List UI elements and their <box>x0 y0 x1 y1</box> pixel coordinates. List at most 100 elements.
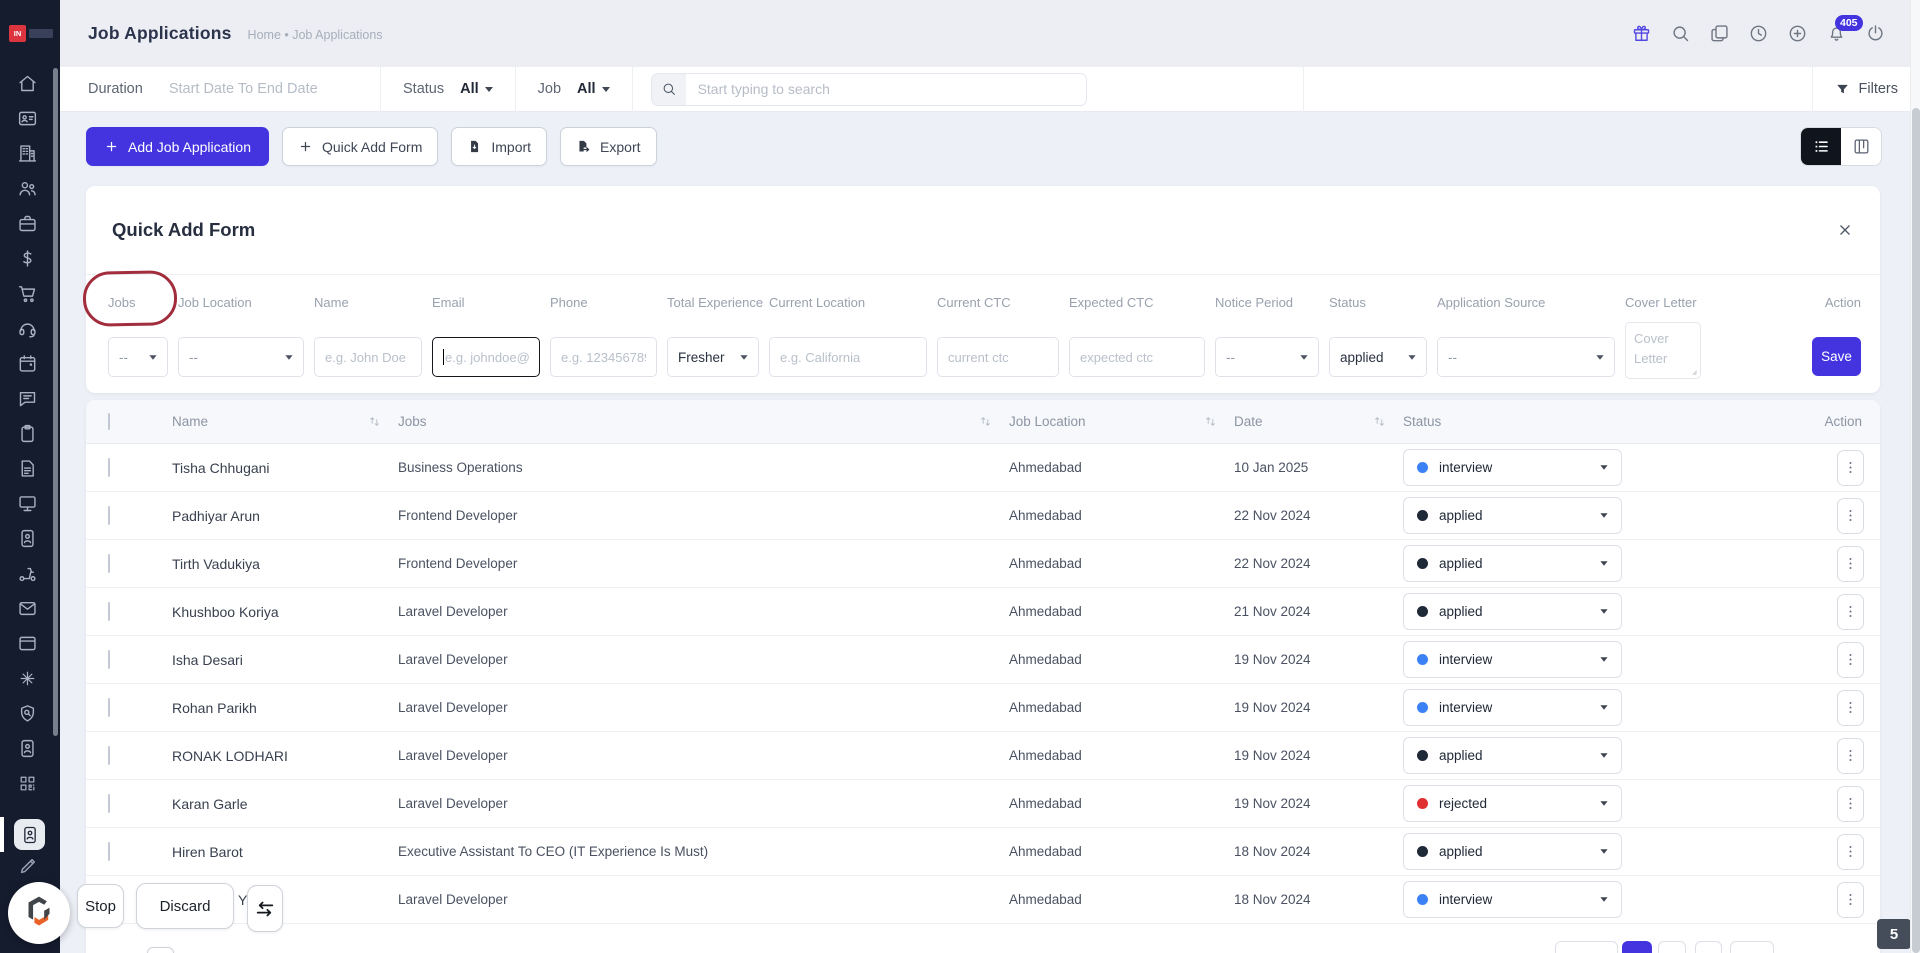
cover-letter-textarea[interactable]: Cover Letter <box>1625 322 1701 379</box>
email-input[interactable]: e.g. johndoe@exa <box>432 337 540 377</box>
sort-icon[interactable] <box>1372 414 1387 429</box>
resize-handle-icon[interactable] <box>1687 365 1698 376</box>
status-dropdown[interactable]: applied <box>1403 497 1622 534</box>
import-button[interactable]: Import <box>451 127 548 166</box>
sidebar-item-id-badge-icon[interactable] <box>0 731 54 766</box>
row-checkbox[interactable] <box>108 505 110 525</box>
pagination-button[interactable] <box>1730 941 1774 953</box>
filters-button[interactable]: Filters <box>1811 66 1920 112</box>
page-scrollbar[interactable] <box>1910 0 1920 953</box>
expected-ctc-input[interactable]: expected ctc <box>1069 337 1205 377</box>
discard-button[interactable]: Discard <box>136 883 234 929</box>
plus-circle-icon[interactable] <box>1787 23 1808 44</box>
row-checkbox[interactable] <box>108 601 110 621</box>
row-actions-kebab-button[interactable] <box>1837 737 1864 774</box>
scrollbar-thumb[interactable] <box>1912 108 1920 953</box>
column-header-job-location[interactable]: Job Location <box>1009 414 1234 429</box>
export-button[interactable]: Export <box>560 127 657 166</box>
row-checkbox[interactable] <box>108 457 110 477</box>
sidebar-item-scooter-icon[interactable] <box>0 556 54 591</box>
status-dropdown[interactable]: interview <box>1403 641 1622 678</box>
status-select[interactable]: applied <box>1329 337 1427 377</box>
current-location-input[interactable]: e.g. California <box>769 337 927 377</box>
column-header-name[interactable]: Name <box>172 414 398 429</box>
kanban-view-button[interactable] <box>1841 128 1881 165</box>
row-actions-kebab-button[interactable] <box>1837 833 1864 870</box>
sidebar-item-active-job-applications[interactable] <box>0 817 60 852</box>
brand-logo[interactable] <box>8 882 70 944</box>
total-experience-select[interactable]: Fresher <box>667 337 759 377</box>
search-icon[interactable] <box>1670 23 1691 44</box>
status-dropdown[interactable]: applied <box>1403 593 1622 630</box>
pagination-button[interactable] <box>1658 941 1686 953</box>
pagination-button[interactable] <box>1695 941 1722 953</box>
status-dropdown[interactable]: interview <box>1403 689 1622 726</box>
sidebar-item-monitor-icon[interactable] <box>0 486 54 521</box>
column-header-jobs[interactable]: Jobs <box>398 414 1009 429</box>
status-dropdown[interactable]: interview <box>1403 449 1622 486</box>
sidebar-item-calendar-icon[interactable] <box>0 346 54 381</box>
sidebar-item-chat-icon[interactable] <box>0 381 54 416</box>
row-actions-kebab-button[interactable] <box>1837 785 1864 822</box>
sidebar-item-cart-icon[interactable] <box>0 276 54 311</box>
sidebar-item-qr-code-icon[interactable] <box>0 766 54 801</box>
column-header-date[interactable]: Date <box>1234 414 1403 429</box>
sidebar-item-home-icon[interactable] <box>0 66 54 101</box>
sort-icon[interactable] <box>367 414 382 429</box>
sidebar-item-dollar-icon[interactable] <box>0 241 54 276</box>
row-checkbox[interactable] <box>108 841 110 861</box>
sidebar-item-building-icon[interactable] <box>0 136 54 171</box>
sidebar-item-file-text-icon[interactable] <box>0 451 54 486</box>
row-actions-kebab-button[interactable] <box>1837 641 1864 678</box>
search-input[interactable]: Start typing to search <box>650 72 1087 106</box>
job-location-select[interactable]: -- <box>178 337 304 377</box>
sidebar-item-mail-icon[interactable] <box>0 591 54 626</box>
sidebar-item-briefcase-icon[interactable] <box>0 206 54 241</box>
sidebar-item-headset-icon[interactable] <box>0 311 54 346</box>
notice-period-select[interactable]: -- <box>1215 337 1319 377</box>
sidebar-item-clipboard-icon[interactable] <box>0 416 54 451</box>
status-dropdown[interactable]: interview <box>1403 881 1622 918</box>
duration-range-input[interactable]: Start Date To End Date <box>169 81 318 97</box>
sidebar-item-id-badge-icon[interactable] <box>0 521 54 556</box>
row-checkbox[interactable] <box>108 697 110 717</box>
row-actions-kebab-button[interactable] <box>1837 593 1864 630</box>
row-actions-kebab-button[interactable] <box>1837 689 1864 726</box>
sort-icon[interactable] <box>978 414 993 429</box>
app-logo[interactable]: IN <box>0 0 60 67</box>
copy-icon[interactable] <box>1709 23 1730 44</box>
sidebar-item-users-icon[interactable] <box>0 171 54 206</box>
jobs-select[interactable]: -- <box>108 337 168 377</box>
row-checkbox[interactable] <box>108 793 110 813</box>
sidebar-scrollbar[interactable] <box>53 68 58 736</box>
phone-input[interactable]: e.g. 1234567890 <box>550 337 657 377</box>
row-actions-kebab-button[interactable] <box>1837 545 1864 582</box>
status-dropdown[interactable]: rejected <box>1403 785 1622 822</box>
partial-button[interactable] <box>147 947 174 953</box>
row-checkbox[interactable] <box>108 553 110 573</box>
swap-arrows-button[interactable] <box>247 885 283 932</box>
application-source-select[interactable]: -- <box>1437 337 1615 377</box>
row-checkbox[interactable] <box>108 745 110 765</box>
power-icon[interactable] <box>1865 23 1886 44</box>
row-actions-kebab-button[interactable] <box>1837 881 1864 918</box>
status-dropdown[interactable]: applied <box>1403 737 1622 774</box>
sort-icon[interactable] <box>1203 414 1218 429</box>
status-dropdown[interactable]: applied <box>1403 545 1622 582</box>
name-input[interactable]: e.g. John Doe <box>314 337 422 377</box>
breadcrumb[interactable]: Home • Job Applications <box>248 25 383 42</box>
row-actions-kebab-button[interactable] <box>1837 497 1864 534</box>
save-button[interactable]: Save <box>1812 337 1861 376</box>
status-filter-dropdown[interactable]: All <box>460 81 493 97</box>
sidebar-item-window-icon[interactable] <box>0 626 54 661</box>
stop-button[interactable]: Stop <box>77 884 124 928</box>
sidebar-item-shield-search-icon[interactable] <box>0 696 54 731</box>
gift-icon[interactable] <box>1631 23 1652 44</box>
row-actions-kebab-button[interactable] <box>1837 449 1864 486</box>
pagination-page-active[interactable] <box>1622 941 1652 953</box>
job-filter-dropdown[interactable]: All <box>577 81 610 97</box>
quick-add-form-button[interactable]: Quick Add Form <box>281 127 439 166</box>
list-view-button[interactable] <box>1801 128 1841 165</box>
row-checkbox[interactable] <box>108 649 110 669</box>
sidebar-item-id-card-icon[interactable] <box>0 101 54 136</box>
